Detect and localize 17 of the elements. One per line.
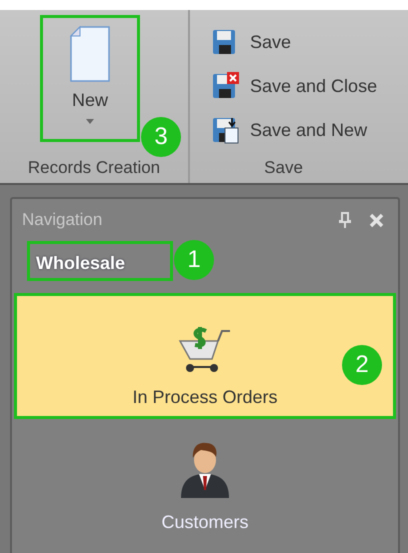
floppy-close-icon [212, 72, 240, 100]
callout-badge: 3 [141, 117, 181, 157]
new-button[interactable]: New [40, 15, 140, 142]
save-button[interactable]: Save and Close [212, 70, 378, 102]
callout-badge: 1 [174, 240, 214, 280]
floppy-new-icon [212, 116, 240, 144]
group-caption: Records Creation [26, 157, 162, 179]
save-button[interactable]: Save [212, 26, 378, 58]
group-caption: Save [263, 157, 304, 179]
close-icon[interactable] [369, 212, 384, 228]
shopping-cart-icon [178, 325, 232, 375]
document-icon [70, 26, 110, 82]
navigation-item[interactable]: Customers [14, 419, 396, 544]
panel-title: Navigation [22, 210, 104, 230]
pin-icon[interactable] [339, 212, 351, 228]
save-button[interactable]: Save and New [212, 114, 378, 146]
group-header[interactable]: Wholesale [27, 241, 173, 281]
